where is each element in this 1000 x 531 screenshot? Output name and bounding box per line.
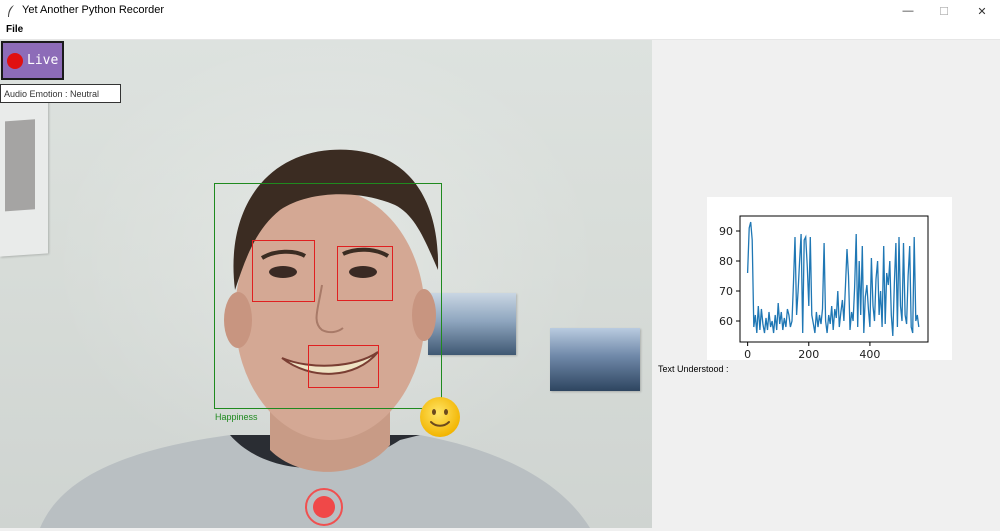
- record-button[interactable]: [305, 488, 343, 526]
- live-indicator-icon: [7, 52, 23, 69]
- menu-bar: File: [0, 22, 1000, 40]
- y-tick-label: 80: [719, 255, 733, 268]
- series-line: [746, 221, 920, 337]
- close-button[interactable]: ✕: [964, 0, 1000, 22]
- text-understood-label: Text Understood :: [658, 364, 729, 374]
- y-tick-label: 60: [719, 315, 733, 328]
- x-tick-label: 0: [744, 348, 751, 360]
- face-emotion-label: Happiness: [215, 412, 258, 422]
- audio-emotion-label: Audio Emotion : Neutral: [0, 84, 121, 103]
- menu-file[interactable]: File: [6, 24, 23, 35]
- x-tick-label: 200: [798, 348, 819, 360]
- emotion-chart: 60 70 80 90 0 200 400: [707, 197, 952, 361]
- line-chart: 60 70 80 90 0 200 400: [719, 215, 929, 361]
- mouth-box: [308, 345, 379, 388]
- window-title: Yet Another Python Recorder: [22, 4, 165, 16]
- live-button[interactable]: Live: [1, 41, 64, 80]
- left-eye-box: [252, 240, 315, 302]
- feather-icon: [8, 5, 14, 17]
- webcam-feed: Happiness Live Audio Emotion : Neutral: [0, 40, 652, 528]
- title-bar: Yet Another Python Recorder — ☐ ✕: [0, 0, 1000, 22]
- maximize-button[interactable]: ☐: [926, 0, 962, 22]
- live-label: Live: [27, 53, 59, 68]
- right-eye-box: [337, 246, 393, 301]
- y-tick-label: 90: [719, 225, 733, 238]
- y-tick-label: 70: [719, 285, 733, 298]
- record-icon: [313, 496, 335, 518]
- minimize-button[interactable]: —: [890, 0, 926, 22]
- slightly-smiling-face-icon: [420, 397, 460, 437]
- x-tick-label: 400: [859, 348, 880, 360]
